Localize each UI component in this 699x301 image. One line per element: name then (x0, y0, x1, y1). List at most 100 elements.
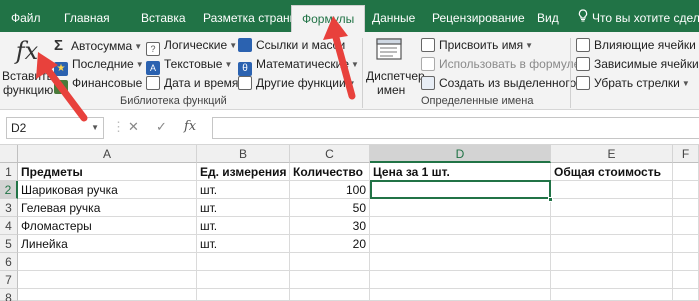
more-functions-button[interactable]: Другие функции ▼ (238, 74, 356, 93)
cell-f2[interactable] (673, 181, 699, 199)
cell-a8[interactable] (18, 289, 197, 301)
cell-b6[interactable] (197, 253, 290, 271)
cell-a1[interactable]: Предметы (18, 163, 197, 181)
recent-functions-button[interactable]: ★ Последние ▼ (54, 55, 144, 76)
column-header-e[interactable]: E (551, 145, 673, 163)
row-header-3[interactable]: 3 (0, 199, 18, 217)
cell-b1[interactable]: Ед. измерения (197, 163, 290, 181)
use-in-formula-button[interactable]: Использовать в формуле▼ (421, 55, 590, 74)
cell-d7[interactable] (370, 271, 551, 289)
cell-e8[interactable] (551, 289, 673, 301)
create-from-selection-button[interactable]: Создать из выделенного (421, 74, 576, 93)
cell-e4[interactable] (551, 217, 673, 235)
cell-e6[interactable] (551, 253, 673, 271)
trace-precedents-button[interactable]: Влияющие ячейки (576, 36, 696, 55)
cell-e3[interactable] (551, 199, 673, 217)
row-header-2[interactable]: 2 (0, 181, 18, 199)
financial-functions-button[interactable]: $Финансовые▼ (54, 74, 152, 94)
name-manager-button[interactable]: Диспетчер имен (364, 32, 425, 97)
column-header-c[interactable]: C (290, 145, 370, 163)
cell-b3[interactable]: шт. (197, 199, 290, 217)
column-header-a[interactable]: A (18, 145, 197, 163)
cell-a2[interactable]: Шариковая ручка (18, 181, 197, 199)
logical-functions-button[interactable]: ? Логические ▼ (146, 36, 238, 56)
cell-c6[interactable] (290, 253, 370, 271)
cell-d2-active[interactable] (370, 180, 551, 199)
math-functions-button[interactable]: θ Математические ▼ (238, 55, 359, 76)
cell-c2[interactable]: 100 (290, 181, 370, 199)
lookup-functions-button[interactable]: Ссылки и масси (238, 36, 345, 55)
tab-formulas[interactable]: Формулы (291, 5, 366, 32)
cell-a3[interactable]: Гелевая ручка (18, 199, 197, 217)
autosum-button[interactable]: Σ Автосумма ▼ (54, 36, 142, 55)
enter-icon[interactable]: ✓ (156, 119, 167, 135)
cell-d1[interactable]: Цена за 1 шт. (370, 163, 551, 181)
cell-d8[interactable] (370, 289, 551, 301)
text-functions-button[interactable]: A Текстовые ▼ (146, 55, 232, 75)
cell-f5[interactable] (673, 235, 699, 253)
cell-c4[interactable]: 30 (290, 217, 370, 235)
cell-e5[interactable] (551, 235, 673, 253)
name-manager-icon (376, 38, 402, 60)
cancel-icon[interactable]: ✕ (128, 119, 139, 135)
dropdown-arrow-icon: ▼ (229, 41, 238, 50)
cell-c7[interactable] (290, 271, 370, 289)
cell-a6[interactable] (18, 253, 197, 271)
cell-a5[interactable]: Линейка (18, 235, 197, 253)
cell-c1[interactable]: Количество (290, 163, 370, 181)
remove-arrows-button[interactable]: Убрать стрелки ▼ (576, 74, 690, 93)
cell-b8[interactable] (197, 289, 290, 301)
row-header-7[interactable]: 7 (0, 271, 18, 289)
cell-b2[interactable]: шт. (197, 181, 290, 199)
cell-d3[interactable] (370, 199, 551, 217)
formula-input[interactable] (212, 117, 699, 139)
datetime-functions-button[interactable]: Дата и время▼ (146, 74, 248, 93)
cell-b4[interactable]: шт. (197, 217, 290, 235)
chevron-down-icon[interactable]: ▼ (91, 118, 99, 138)
cell-e2[interactable] (551, 181, 673, 199)
column-header-b[interactable]: B (197, 145, 290, 163)
tell-me-box[interactable]: Что вы хотите сделать (578, 0, 699, 32)
cell-b5[interactable]: шт. (197, 235, 290, 253)
tab-file[interactable]: Файл (11, 0, 41, 32)
cell-c5[interactable]: 20 (290, 235, 370, 253)
use-in-formula-icon (421, 57, 435, 71)
row-header-1[interactable]: 1 (0, 163, 18, 181)
cell-f6[interactable] (673, 253, 699, 271)
row-header-8[interactable]: 8 (0, 289, 18, 301)
tab-home[interactable]: Главная (64, 0, 110, 32)
cell-d4[interactable] (370, 217, 551, 235)
cell-f3[interactable] (673, 199, 699, 217)
cell-c3[interactable]: 50 (290, 199, 370, 217)
cell-a7[interactable] (18, 271, 197, 289)
cell-f8[interactable] (673, 289, 699, 301)
cell-f1[interactable] (673, 163, 699, 181)
select-all-corner[interactable] (0, 145, 18, 163)
cell-e7[interactable] (551, 271, 673, 289)
cell-c8[interactable] (290, 289, 370, 301)
cell-d6[interactable] (370, 253, 551, 271)
row-header-5[interactable]: 5 (0, 235, 18, 253)
cell-b7[interactable] (197, 271, 290, 289)
insert-function-button[interactable]: fx Вставить функцию (0, 32, 53, 97)
tab-view[interactable]: Вид (537, 0, 559, 32)
row-header-6[interactable]: 6 (0, 253, 18, 271)
column-header-d[interactable]: D (370, 145, 551, 163)
cell-f4[interactable] (673, 217, 699, 235)
tab-data[interactable]: Данные (372, 0, 415, 32)
name-manager-label-1: Диспетчер (366, 69, 425, 83)
cell-e1[interactable]: Общая стоимость (551, 163, 673, 181)
fill-handle[interactable] (548, 197, 553, 202)
create-from-selection-icon (421, 76, 435, 90)
tab-insert[interactable]: Вставка (141, 0, 186, 32)
cell-d5[interactable] (370, 235, 551, 253)
cell-f7[interactable] (673, 271, 699, 289)
row-header-4[interactable]: 4 (0, 217, 18, 235)
cell-a4[interactable]: Фломастеры (18, 217, 197, 235)
insert-function-fx-icon[interactable]: fx (184, 119, 196, 134)
name-box[interactable]: D2 ▼ (6, 117, 104, 139)
column-header-f[interactable]: F (673, 145, 699, 163)
tab-review[interactable]: Рецензирование (432, 0, 525, 32)
trace-dependents-button[interactable]: Зависимые ячейки (576, 55, 699, 74)
define-name-button[interactable]: Присвоить имя ▼ (421, 36, 533, 55)
